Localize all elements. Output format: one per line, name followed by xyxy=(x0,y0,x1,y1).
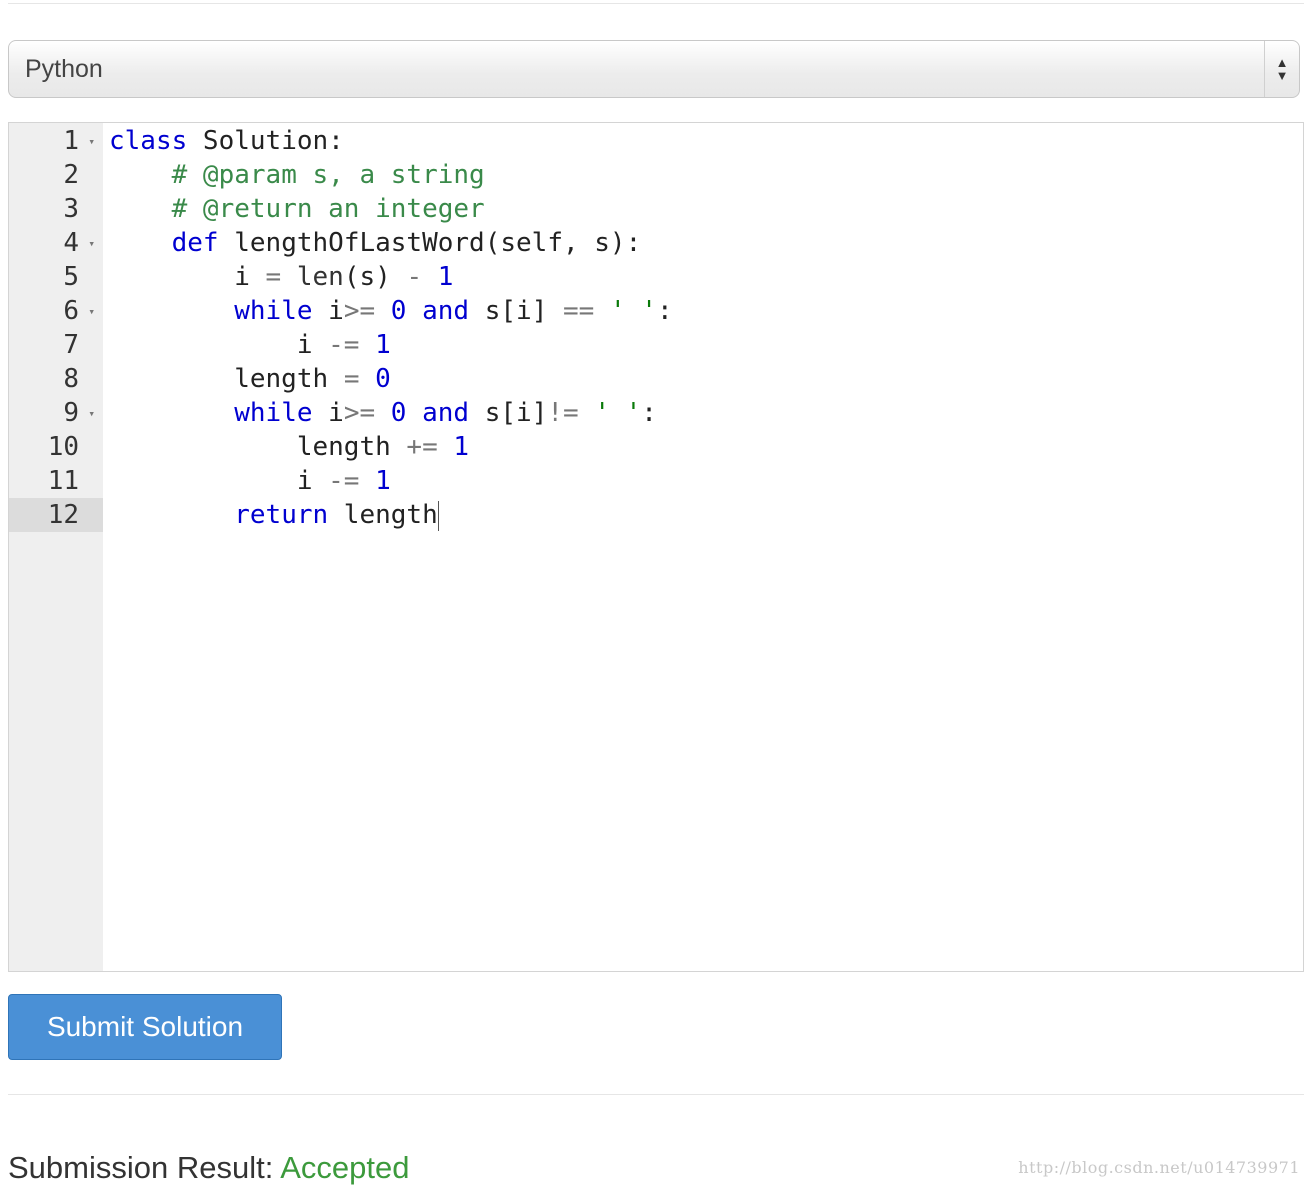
line-number: 1 ▾ xyxy=(9,124,103,158)
line-number-text: 2 xyxy=(63,160,79,190)
submission-status: Accepted xyxy=(280,1150,410,1185)
submission-result: Submission Result: Accepted xyxy=(8,1148,410,1188)
code-line: return length xyxy=(234,500,439,531)
code-editor[interactable]: 1 ▾ 2 3 4 ▾ 5 6 ▾ 7 8 9 ▾ 10 11 12 class Solution: # @p… xyxy=(8,122,1304,972)
line-number-text: 5 xyxy=(63,262,79,292)
submit-solution-button[interactable]: Submit Solution xyxy=(8,994,282,1060)
fold-arrow-icon[interactable]: ▾ xyxy=(88,124,95,160)
code-line: i -= 1 xyxy=(109,466,391,496)
section-divider xyxy=(8,1094,1304,1095)
line-number: 8 xyxy=(9,362,103,396)
line-number: 11 xyxy=(9,464,103,498)
line-number: 9 ▾ xyxy=(9,396,103,430)
fold-arrow-icon[interactable]: ▾ xyxy=(88,396,95,432)
line-number-text: 8 xyxy=(63,364,79,394)
line-number-text: 6 xyxy=(63,296,79,326)
code-area[interactable]: class Solution: # @param s, a string # @… xyxy=(109,124,1303,532)
line-number: 5 xyxy=(9,260,103,294)
line-number-text: 1 xyxy=(63,126,79,156)
page: Python ▲ ▼ 1 ▾ 2 3 4 ▾ 5 6 ▾ 7 8 9 ▾ 10 11 12 class Solu… xyxy=(0,0,1312,1190)
line-number-text: 3 xyxy=(63,194,79,224)
code-line: # @return an integer xyxy=(171,194,485,224)
line-number: 7 xyxy=(9,328,103,362)
code-line: while i>= 0 and s[i]!= ' ': xyxy=(234,398,657,428)
language-select-value: Python xyxy=(25,55,103,83)
up-down-arrows-icon: ▲ ▼ xyxy=(1264,41,1299,97)
code-line: # @param s, a string xyxy=(171,160,485,190)
line-number-text: 12 xyxy=(47,500,79,530)
line-number: 12 xyxy=(9,498,103,532)
line-number-text: 9 xyxy=(63,398,79,428)
watermark: http://blog.csdn.net/u014739971 xyxy=(1018,1158,1300,1177)
code-line: i -= 1 xyxy=(109,330,391,360)
line-number-text: 4 xyxy=(63,228,79,258)
line-number-text: 7 xyxy=(63,330,79,360)
line-number-text: 10 xyxy=(47,432,79,462)
language-select[interactable]: Python ▲ ▼ xyxy=(8,40,1300,98)
line-number: 6 ▾ xyxy=(9,294,103,328)
code-line: length = 0 xyxy=(109,364,391,394)
line-number: 10 xyxy=(9,430,103,464)
code-line: i = len(s) - 1 xyxy=(109,262,454,292)
line-number: 2 xyxy=(9,158,103,192)
line-number: 3 xyxy=(9,192,103,226)
code-line: while i>= 0 and s[i] == ' ': xyxy=(234,296,673,326)
fold-arrow-icon[interactable]: ▾ xyxy=(88,294,95,330)
fold-arrow-icon[interactable]: ▾ xyxy=(88,226,95,262)
code-line: length += 1 xyxy=(109,432,470,462)
line-number: 4 ▾ xyxy=(9,226,103,260)
code-line: class Solution: xyxy=(109,126,344,156)
line-number-text: 11 xyxy=(47,466,79,496)
code-line: def lengthOfLastWord(self, s): xyxy=(171,228,642,258)
line-number-gutter: 1 ▾ 2 3 4 ▾ 5 6 ▾ 7 8 9 ▾ 10 11 12 xyxy=(9,123,103,971)
text-cursor xyxy=(437,500,439,531)
submission-result-label: Submission Result: xyxy=(8,1150,281,1185)
top-divider xyxy=(8,3,1304,4)
